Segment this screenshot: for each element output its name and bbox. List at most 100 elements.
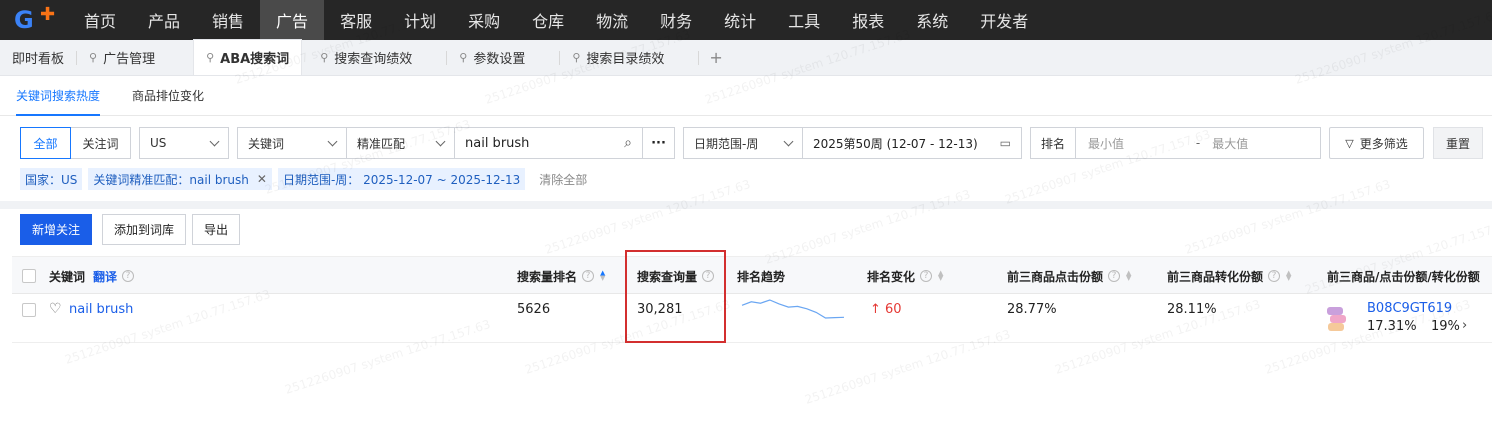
clear-all-link[interactable]: 清除全部	[539, 171, 587, 188]
help-icon[interactable]: ?	[1108, 270, 1121, 282]
translate-link[interactable]: 翻译	[93, 268, 117, 285]
match-type-select[interactable]: 精准匹配	[347, 127, 455, 159]
tab-dashboard[interactable]: 即时看板	[0, 39, 76, 75]
keyword-type-value: 关键词	[248, 136, 285, 151]
main-content: 关键词搜索热度 商品排位变化 全部 关注词 US 关键词 精准匹配 nail b…	[0, 76, 1492, 436]
tab-search-catalog-performance[interactable]: ⚲ 搜索目录绩效	[560, 39, 676, 75]
rank-min-input[interactable]: 最小值	[1076, 135, 1196, 152]
nav-item[interactable]: 工具	[772, 0, 836, 40]
chip-country: 国家：US	[20, 168, 83, 190]
match-type-value: 精准匹配	[357, 136, 406, 151]
rank-max-input[interactable]: 最大值	[1200, 135, 1320, 152]
checkbox[interactable]	[22, 303, 36, 317]
chip-label: 日期范围-周： 2025-12-07 ~ 2025-12-13	[282, 172, 521, 187]
date-type-select[interactable]: 日期范围-周	[683, 127, 803, 159]
nav-item[interactable]: 财务	[644, 0, 708, 40]
pin-icon[interactable]: ⚲	[459, 51, 467, 64]
sort-icon[interactable]: ▲ ▼	[1286, 270, 1291, 282]
chevron-down-icon	[783, 136, 794, 146]
subtab-keyword-heat[interactable]: 关键词搜索热度	[16, 76, 101, 116]
more-filters-button[interactable]: ▽ 更多筛选	[1329, 127, 1424, 159]
date-picker[interactable]: 2025第50周 (12-07 - 12-13) ▭	[803, 127, 1022, 159]
logo-plus-icon: ✚	[40, 4, 56, 25]
product-image	[1327, 307, 1343, 315]
sort-icon[interactable]: ▲ ▼	[938, 270, 943, 282]
more-options-button[interactable]: ···	[643, 127, 675, 159]
nav-item[interactable]: 销售	[196, 0, 260, 40]
keyword-type-select[interactable]: 关键词	[237, 127, 347, 159]
nav-item[interactable]: 统计	[708, 0, 772, 40]
nav-item[interactable]: 报表	[836, 0, 900, 40]
top3-click-value: 28.77%	[1007, 302, 1057, 317]
scope-all-button[interactable]: 全部	[20, 127, 71, 159]
nav-item[interactable]: 广告	[260, 0, 325, 40]
help-icon[interactable]: ?	[702, 270, 715, 282]
date-type-value: 日期范围-周	[694, 136, 759, 151]
table-header: 关键词 翻译 ? 搜索量排名 ? ▲ ▼ 搜索查询量 ? 排名趋势 排名变化 ? …	[12, 256, 1492, 294]
nav-item[interactable]: 采购	[452, 0, 516, 40]
checkbox[interactable]	[22, 269, 36, 283]
tab-aba-search-terms[interactable]: ⚲ ABA搜索词	[193, 39, 303, 75]
nav-item[interactable]: 开发者	[964, 0, 1044, 40]
help-icon[interactable]: ?	[1268, 270, 1281, 282]
rank-range: 排名 最小值 - 最大值	[1030, 127, 1321, 159]
table-row: ♡ nail brush 5626 30,281 ↑ 60 28.77% 28.…	[12, 295, 1492, 343]
select-all-checkbox[interactable]	[22, 257, 36, 295]
pin-icon[interactable]: ⚲	[89, 51, 97, 64]
rank-label: 排名	[1031, 128, 1077, 158]
nav-item[interactable]: 产品	[132, 0, 196, 40]
country-select[interactable]: US	[139, 127, 229, 159]
heart-icon[interactable]: ♡	[49, 301, 62, 317]
sub-tabs: 关键词搜索热度 商品排位变化	[0, 76, 1492, 116]
keyword-link[interactable]: nail brush	[69, 302, 133, 317]
col-rank-change[interactable]: 排名变化 ? ▲ ▼	[867, 257, 943, 295]
row-checkbox[interactable]	[22, 303, 36, 317]
tab-parameter-settings[interactable]: ⚲ 参数设置	[447, 39, 537, 75]
col-search-volume[interactable]: 搜索查询量 ?	[637, 257, 715, 295]
nav-item[interactable]: 首页	[68, 0, 132, 40]
pin-icon[interactable]: ⚲	[572, 51, 580, 64]
tab-label: 搜索查询绩效	[334, 51, 413, 67]
help-icon[interactable]: ?	[920, 270, 933, 282]
help-icon[interactable]: ?	[122, 270, 135, 282]
col-label: 关键词	[49, 269, 86, 284]
reset-button[interactable]: 重置	[1433, 127, 1483, 159]
nav-item[interactable]: 物流	[580, 0, 644, 40]
add-to-library-button[interactable]: 添加到词库	[102, 214, 187, 245]
tab-label: 搜索目录绩效	[586, 51, 665, 67]
add-tab-button[interactable]: +	[699, 39, 732, 75]
tab-search-query-performance[interactable]: ⚲ 搜索查询绩效	[308, 39, 424, 75]
pin-icon[interactable]: ⚲	[206, 51, 214, 64]
nav-item[interactable]: 系统	[900, 0, 964, 40]
sort-icon[interactable]: ▲ ▼	[1126, 270, 1131, 282]
subtab-product-rank-change[interactable]: 商品排位变化	[132, 76, 204, 116]
chip-keyword-match: 关键词精准匹配：nail brush ✕	[88, 168, 272, 190]
product-image	[1328, 323, 1344, 331]
keyword-search-input[interactable]: nail brush ⌕	[455, 127, 643, 159]
col-top3-click-share[interactable]: 前三商品点击份额 ? ▲ ▼	[1007, 257, 1131, 295]
sort-icon[interactable]: ▲ ▼	[600, 270, 605, 282]
export-button[interactable]: 导出	[192, 214, 241, 245]
search-icon[interactable]: ⌕	[624, 135, 632, 151]
close-icon[interactable]: ✕	[257, 172, 267, 186]
scope-follow-button[interactable]: 关注词	[71, 127, 131, 159]
top3-conv-value: 28.11%	[1167, 302, 1217, 317]
nav-item[interactable]: 仓库	[516, 0, 580, 40]
col-search-rank[interactable]: 搜索量排名 ? ▲ ▼	[517, 257, 605, 295]
tab-ad-management[interactable]: ⚲ 广告管理	[77, 39, 167, 75]
app-logo[interactable]: G ✚	[0, 0, 68, 40]
pin-icon[interactable]: ⚲	[320, 51, 328, 64]
chip-label: 国家：US	[25, 172, 78, 187]
tab-label: 广告管理	[103, 51, 156, 67]
chevron-right-icon[interactable]: ›	[1462, 318, 1467, 333]
asin-link[interactable]: B08C9GT619	[1367, 301, 1452, 316]
action-buttons: 新增关注 添加到词库 导出	[20, 214, 246, 245]
product-thumbnail[interactable]	[1325, 307, 1347, 333]
tab-label: 即时看板	[12, 51, 65, 67]
nav-item[interactable]: 客服	[324, 0, 388, 40]
col-top3-conversion-share[interactable]: 前三商品转化份额 ? ▲ ▼	[1167, 257, 1291, 295]
nav-item[interactable]: 计划	[388, 0, 452, 40]
help-icon[interactable]: ?	[582, 270, 595, 282]
add-follow-button[interactable]: 新增关注	[20, 214, 93, 245]
col-rank-trend: 排名趋势	[737, 257, 785, 295]
